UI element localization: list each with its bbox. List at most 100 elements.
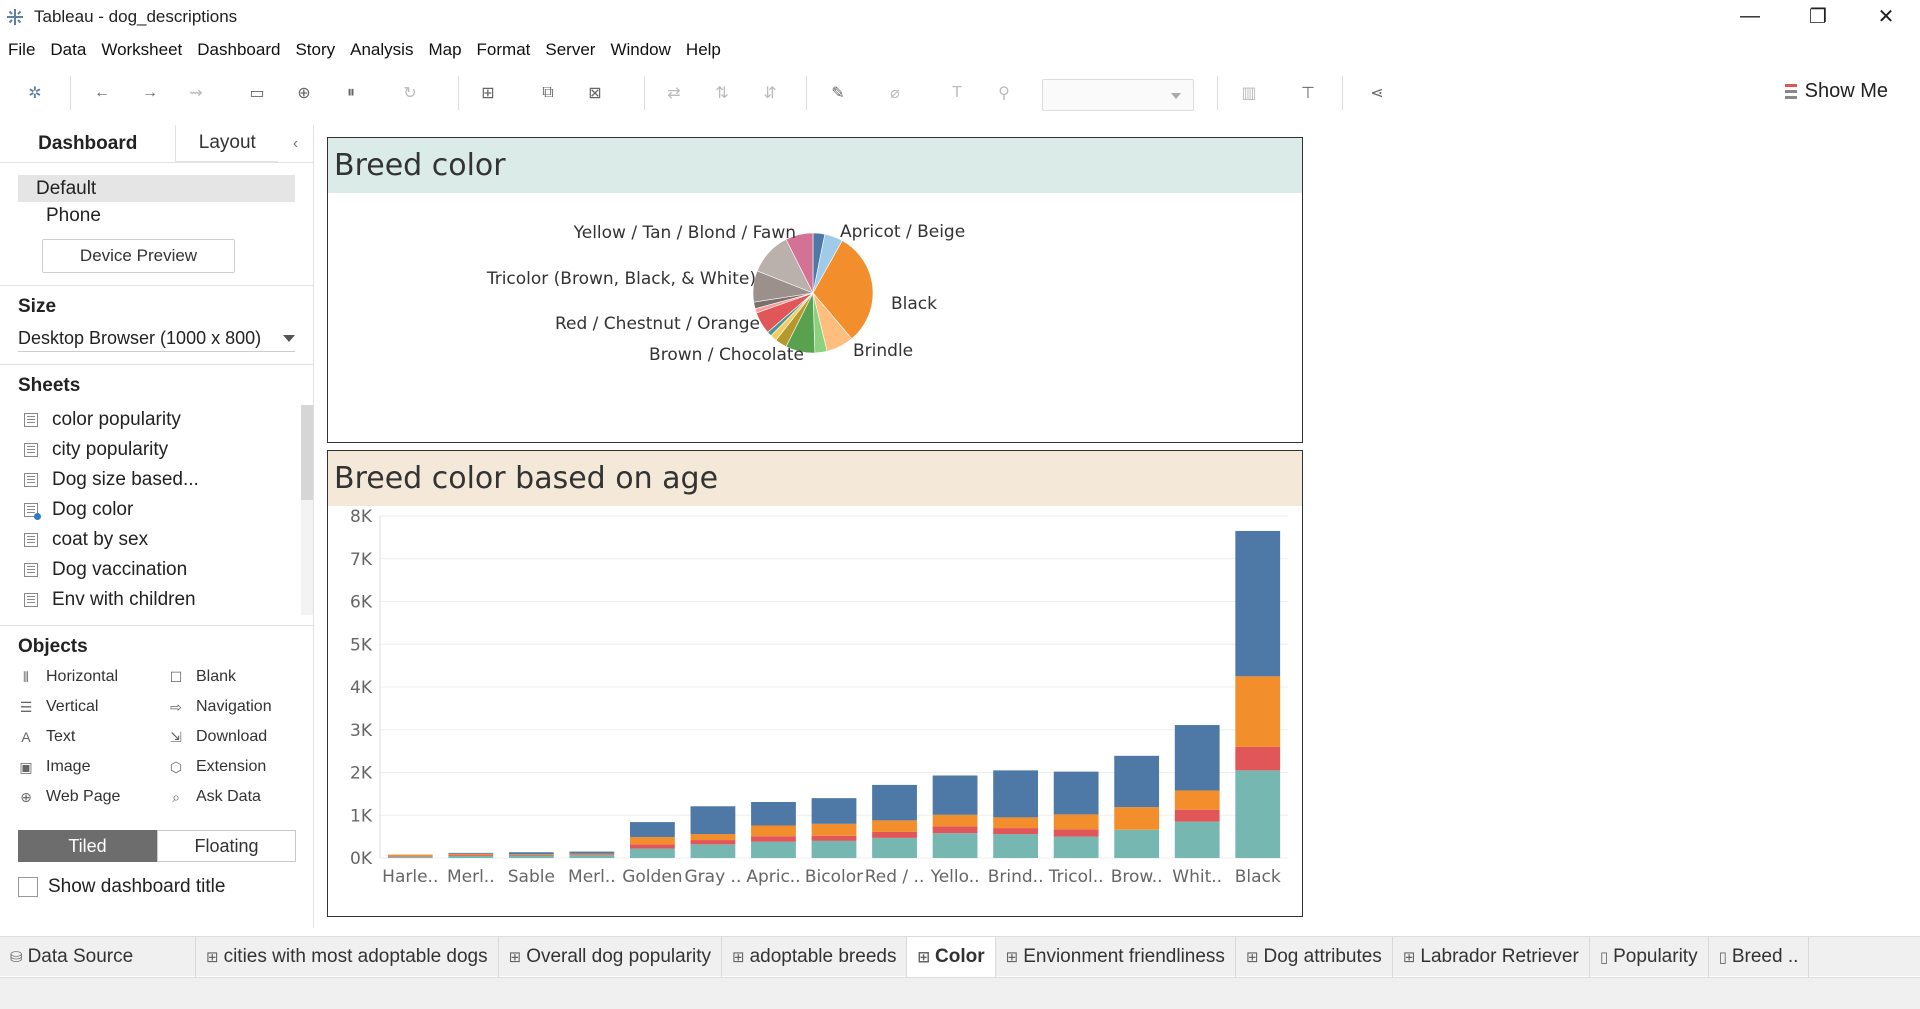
bar-segment[interactable] — [993, 834, 1038, 858]
bar-segment[interactable] — [1174, 790, 1220, 810]
menu-story[interactable]: Story — [295, 40, 335, 60]
bar-segment[interactable] — [448, 855, 494, 858]
sheet-tab[interactable]: ▯ Popularity — [1590, 937, 1709, 977]
bar-segment[interactable] — [811, 823, 857, 836]
collapse-panel-icon[interactable]: ‹ — [278, 125, 313, 162]
new-data-source-icon[interactable]: ⊕ — [293, 82, 315, 104]
labels-icon[interactable]: T — [946, 82, 968, 104]
object-navigation[interactable]: ⇨ Navigation — [168, 696, 318, 718]
menu-help[interactable]: Help — [686, 40, 721, 60]
bar-segment[interactable] — [448, 852, 494, 854]
bar-segment[interactable] — [508, 855, 554, 858]
object-web-page[interactable]: ⊕ Web Page — [18, 786, 168, 808]
tab-dashboard[interactable]: Dashboard — [0, 125, 177, 162]
pie-chart-panel[interactable]: Breed color Apricot / Beige Black Brindle B… — [327, 137, 1303, 443]
device-default[interactable]: Default — [18, 175, 295, 202]
refresh-icon[interactable]: ↻ — [399, 82, 421, 104]
bar-segment[interactable] — [690, 840, 736, 845]
bar-segment[interactable] — [932, 826, 978, 834]
sheet-item[interactable]: Dog size based... — [0, 465, 313, 495]
bar-segment[interactable] — [1235, 676, 1281, 747]
sheet-item[interactable]: Env with children — [0, 585, 313, 615]
sheet-item[interactable]: coat by sex — [0, 525, 313, 555]
menu-data[interactable]: Data — [50, 40, 86, 60]
bar-segment[interactable] — [1053, 836, 1099, 858]
bar-segment[interactable] — [630, 848, 675, 858]
object-image[interactable]: ▣ Image — [18, 756, 168, 778]
pie-chart[interactable]: Apricot / Beige Black Brindle Brown / Choco… — [328, 193, 1302, 443]
bar-segment[interactable] — [387, 854, 433, 857]
device-preview-button[interactable]: Device Preview — [42, 239, 235, 273]
bar-segment[interactable] — [1114, 807, 1160, 830]
bar-segment[interactable] — [1114, 755, 1160, 808]
bar-segment[interactable] — [630, 837, 675, 845]
bar-segment[interactable] — [569, 855, 615, 858]
menu-dashboard[interactable]: Dashboard — [197, 40, 280, 60]
menu-map[interactable]: Map — [428, 40, 461, 60]
close-button[interactable]: ✕ — [1852, 0, 1920, 33]
bar-segment[interactable] — [1053, 829, 1099, 837]
restore-button[interactable]: ❐ — [1784, 0, 1852, 33]
tab-layout[interactable]: Layout — [176, 125, 279, 162]
bar-segment[interactable] — [751, 825, 796, 837]
bar-segment[interactable] — [811, 798, 857, 824]
bar-segment[interactable] — [872, 837, 917, 858]
bar-segment[interactable] — [751, 841, 796, 858]
sheet-tab[interactable]: ⛁ Data Source — [0, 937, 196, 977]
bar-segment[interactable] — [387, 856, 433, 858]
bar-segment[interactable] — [630, 844, 675, 849]
object-ask-data[interactable]: ⌕ Ask Data — [168, 786, 318, 808]
bar-segment[interactable] — [1235, 770, 1281, 858]
sheet-tab[interactable]: ⊞ Dog attributes — [1236, 937, 1393, 977]
highlight-icon[interactable]: ✎ — [827, 82, 849, 104]
object-download[interactable]: ⇲ Download — [168, 726, 318, 748]
sort-ascending-icon[interactable]: ⇅ — [711, 82, 733, 104]
bar-segment[interactable] — [508, 852, 554, 855]
bar-segment[interactable] — [811, 835, 857, 841]
bar-segment[interactable] — [448, 853, 494, 856]
bar-segment[interactable] — [993, 770, 1038, 818]
sheet-tab[interactable]: ⊞ Overall dog popularity — [499, 937, 723, 977]
swap-icon[interactable]: ⇄ — [663, 82, 685, 104]
bar-segment[interactable] — [1235, 746, 1281, 771]
fix-axes-icon[interactable]: ⚲ — [993, 82, 1015, 104]
size-dropdown[interactable]: Desktop Browser (1000 x 800) — [18, 326, 295, 352]
bar-segment[interactable] — [569, 853, 615, 855]
bar-segment[interactable] — [1053, 814, 1099, 830]
sheets-scrollbar[interactable] — [301, 405, 313, 615]
floating-button[interactable]: Floating — [157, 830, 296, 862]
tiled-button[interactable]: Tiled — [18, 830, 157, 862]
bar-segment[interactable] — [630, 822, 675, 838]
fit-dropdown[interactable] — [1042, 79, 1194, 111]
bar-segment[interactable] — [1053, 771, 1099, 815]
stacked-bar-chart[interactable]: 0K 1K 2K 3K 4K 5K 6K 7K 8K Harle.. Merl.. Sable Merl… — [328, 506, 1302, 916]
replay-icon[interactable]: ⇝ — [185, 82, 207, 104]
bar-segment[interactable] — [932, 814, 978, 827]
pause-updates-icon[interactable]: ⏸ — [340, 82, 362, 104]
bar-segment[interactable] — [751, 836, 796, 842]
sheet-item[interactable]: Dog vaccination — [0, 555, 313, 585]
minimize-button[interactable]: — — [1716, 0, 1784, 33]
bar-segment[interactable] — [872, 831, 917, 838]
bar-segment[interactable] — [1174, 809, 1220, 822]
menu-file[interactable]: File — [8, 40, 35, 60]
bar-segment[interactable] — [690, 834, 736, 841]
object-extension[interactable]: ⬡ Extension — [168, 756, 318, 778]
sheet-item[interactable]: Dog color — [0, 495, 313, 525]
bar-segment[interactable] — [993, 817, 1038, 829]
bar-segment[interactable] — [387, 856, 433, 857]
duplicate-icon[interactable]: ⧉ — [537, 82, 559, 104]
show-me-button[interactable]: Show Me — [1784, 80, 1888, 103]
bar-segment[interactable] — [1174, 821, 1220, 858]
new-worksheet-icon[interactable]: ⊞ — [477, 82, 499, 104]
share-icon[interactable]: ⋖ — [1366, 82, 1388, 104]
bar-segment[interactable] — [872, 820, 917, 832]
bar-segment[interactable] — [508, 854, 554, 856]
bar-chart-panel[interactable]: Breed color based on age 0K 1K 2K 3K 4K 5K 6K 7… — [327, 450, 1303, 917]
bar-segment[interactable] — [690, 844, 736, 858]
bar-segment[interactable] — [993, 828, 1038, 835]
sheet-item[interactable]: color popularity — [0, 405, 313, 435]
bar-segment[interactable] — [1174, 725, 1220, 791]
bar-segment[interactable] — [872, 784, 917, 821]
bar-segment[interactable] — [1235, 530, 1281, 677]
